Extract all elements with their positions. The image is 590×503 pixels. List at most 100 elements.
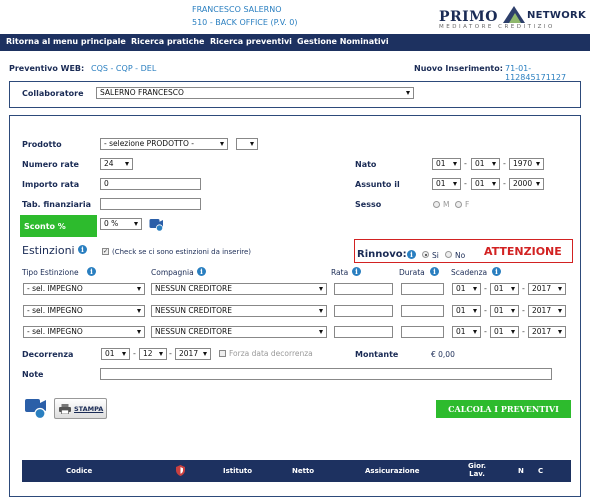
prodotto-extra-select[interactable] xyxy=(236,138,258,150)
sesso-label: Sesso xyxy=(355,200,382,209)
collaboratore-select[interactable]: SALERNO FRANCESCO xyxy=(96,87,414,99)
scadenza-month-select[interactable]: 01 xyxy=(490,326,519,338)
scadenza-day-select[interactable]: 01 xyxy=(452,283,481,295)
decorrenza-year-select[interactable]: 2017 xyxy=(175,348,211,360)
assunto-month-value: 01 xyxy=(475,179,485,188)
chevron-down-icon xyxy=(159,352,163,356)
video-call-icon[interactable] xyxy=(24,396,48,420)
chevron-down-icon xyxy=(536,162,540,166)
scadenza-year-select[interactable]: 2017 xyxy=(528,283,566,295)
info-icon[interactable]: i xyxy=(78,245,87,254)
info-icon[interactable]: i xyxy=(87,267,96,276)
scadenza-day-select[interactable]: 01 xyxy=(452,326,481,338)
decorrenza-month-select[interactable]: 12 xyxy=(139,348,167,360)
chevron-down-icon xyxy=(250,142,254,146)
nato-month-value: 01 xyxy=(475,159,485,168)
decorrenza-day-select[interactable]: 01 xyxy=(101,348,130,360)
estinzione-tipo-select[interactable]: - sel. IMPEGNO xyxy=(23,283,145,295)
scadenza-month-select[interactable]: 01 xyxy=(490,305,519,317)
estinzione-rata-input[interactable] xyxy=(334,326,393,338)
attenzione-warning: ATTENZIONE xyxy=(484,245,562,258)
results-table-header: Codice Istituto Netto Assicurazione Gior… xyxy=(22,460,571,482)
sconto-select[interactable]: 0 % xyxy=(100,218,142,230)
preventivo-label: Preventivo WEB: xyxy=(9,64,85,73)
estinzione-compagnia-value: NESSUN CREDITORE xyxy=(155,284,232,293)
estinzione-compagnia-select[interactable]: NESSUN CREDITORE xyxy=(151,326,327,338)
chevron-down-icon xyxy=(319,309,323,313)
scadenza-year-value: 2017 xyxy=(532,327,552,336)
importo-rata-input[interactable]: 0 xyxy=(100,178,201,190)
rinnovo-si-radio[interactable] xyxy=(422,251,429,258)
nav-item-ricerca-preventivi[interactable]: Ricerca preventivi xyxy=(210,37,292,46)
chevron-down-icon xyxy=(319,287,323,291)
sconto-value: 0 % xyxy=(104,219,119,228)
chevron-down-icon xyxy=(558,309,562,313)
estinzione-tipo-value: - sel. IMPEGNO xyxy=(27,327,83,336)
info-icon[interactable]: i xyxy=(407,250,416,259)
forza-data-checkbox[interactable] xyxy=(219,350,226,357)
info-icon[interactable]: i xyxy=(352,267,361,276)
chevron-down-icon xyxy=(203,352,207,356)
primo-network-logo: PRIMO NETWORK MEDIATORE CREDITIZIO xyxy=(437,6,586,32)
estinzioni-checkbox[interactable]: ✓ xyxy=(102,248,109,255)
scadenza-year-select[interactable]: 2017 xyxy=(528,305,566,317)
estinzione-rata-input[interactable] xyxy=(334,283,393,295)
rinnovo-si-label: Si xyxy=(432,251,439,260)
nuovo-inserimento-code: 71-01-112845171127 xyxy=(505,64,567,82)
logo-text-primo: PRIMO xyxy=(439,9,498,25)
estinzione-rata-input[interactable] xyxy=(334,305,393,317)
scadenza-month-select[interactable]: 01 xyxy=(490,283,519,295)
sesso-m-radio[interactable] xyxy=(433,201,440,208)
date-separator: - xyxy=(464,159,467,168)
col-durata: Durata xyxy=(399,268,425,277)
assunto-month-select[interactable]: 01 xyxy=(471,178,500,190)
scadenza-year-value: 2017 xyxy=(532,306,552,315)
estinzione-durata-input[interactable] xyxy=(401,326,444,338)
estinzione-tipo-select[interactable]: - sel. IMPEGNO xyxy=(23,305,145,317)
nav-item-ricerca-pratiche[interactable]: Ricerca pratiche xyxy=(131,37,204,46)
estinzione-tipo-value: - sel. IMPEGNO xyxy=(27,306,83,315)
estinzione-durata-input[interactable] xyxy=(401,305,444,317)
th-codice: Codice xyxy=(66,467,93,475)
estinzione-durata-input[interactable] xyxy=(401,283,444,295)
info-icon[interactable]: i xyxy=(430,267,439,276)
forza-data-label: Forza data decorrenza xyxy=(229,349,313,358)
scadenza-day-select[interactable]: 01 xyxy=(452,305,481,317)
nato-month-select[interactable]: 01 xyxy=(471,158,500,170)
importo-rata-label: Importo rata xyxy=(22,180,80,189)
date-separator: - xyxy=(484,306,487,315)
rinnovo-no-radio[interactable] xyxy=(445,251,452,258)
chevron-down-icon xyxy=(492,182,496,186)
col-tipo-estinzione: Tipo Estinzione xyxy=(22,268,79,277)
calcola-preventivi-button[interactable]: CALCOLA I PREVENTIVI xyxy=(436,400,571,418)
th-c: C xyxy=(538,467,544,475)
col-rata: Rata xyxy=(331,268,349,277)
estinzione-compagnia-select[interactable]: NESSUN CREDITORE xyxy=(151,305,327,317)
tab-finanziaria-input[interactable] xyxy=(100,198,201,210)
montante-value: € 0,00 xyxy=(431,350,455,359)
nato-day-select[interactable]: 01 xyxy=(432,158,461,170)
prodotto-select[interactable]: - selezione PRODOTTO - xyxy=(100,138,228,150)
note-input[interactable] xyxy=(100,368,552,380)
nato-year-select[interactable]: 1970 xyxy=(509,158,544,170)
rinnovo-label: Rinnovo: xyxy=(357,249,407,260)
sesso-m-label: M xyxy=(443,200,450,209)
sesso-f-radio[interactable] xyxy=(455,201,462,208)
info-icon[interactable]: i xyxy=(197,267,206,276)
logo-triangle-inner-icon xyxy=(509,13,521,23)
col-compagnia: Compagnia xyxy=(151,268,194,277)
scadenza-year-select[interactable]: 2017 xyxy=(528,326,566,338)
estinzione-compagnia-select[interactable]: NESSUN CREDITORE xyxy=(151,283,327,295)
nav-item-menu-principale[interactable]: Ritorna al menu principale xyxy=(6,37,126,46)
estinzione-tipo-select[interactable]: - sel. IMPEGNO xyxy=(23,326,145,338)
scadenza-day-value: 01 xyxy=(456,306,466,315)
stampa-button[interactable]: STAMPA xyxy=(54,398,107,419)
scadenza-year-value: 2017 xyxy=(532,284,552,293)
assunto-year-select[interactable]: 2000 xyxy=(509,178,544,190)
numero-rate-select[interactable]: 24 xyxy=(100,158,133,170)
chevron-down-icon xyxy=(511,330,515,334)
assunto-day-select[interactable]: 01 xyxy=(432,178,461,190)
info-icon[interactable]: i xyxy=(492,267,501,276)
video-call-icon[interactable] xyxy=(149,217,164,232)
nav-item-gestione-nominativi[interactable]: Gestione Nominativi xyxy=(297,37,389,46)
